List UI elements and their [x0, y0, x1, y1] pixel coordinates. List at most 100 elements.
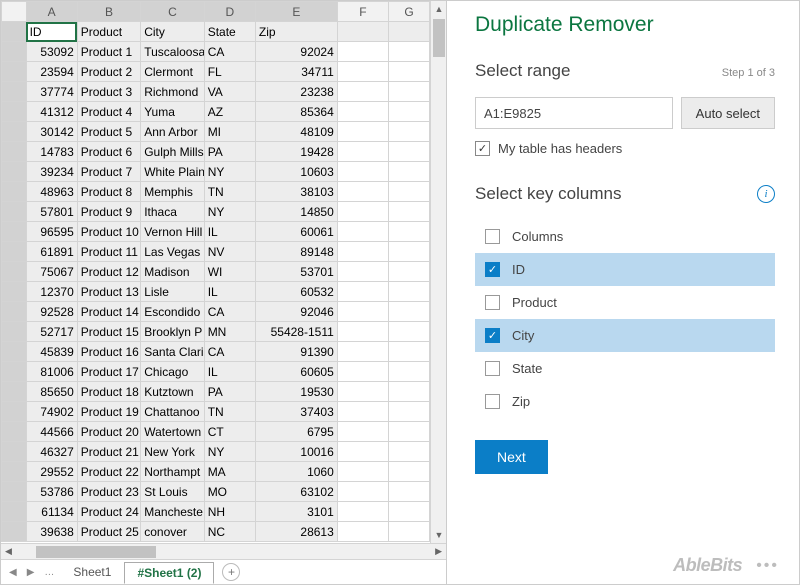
cell[interactable]: 3101 [255, 502, 337, 522]
column-header-b[interactable]: B [77, 2, 140, 22]
row-header[interactable] [2, 222, 27, 242]
cell[interactable]: Product 20 [77, 422, 140, 442]
more-options-icon[interactable]: ••• [756, 557, 779, 575]
cell[interactable]: 85364 [255, 102, 337, 122]
select-all-columns-item[interactable]: Columns [475, 220, 775, 253]
cell[interactable]: Memphis [141, 182, 204, 202]
row-header[interactable] [2, 62, 27, 82]
cell[interactable]: 48963 [26, 182, 77, 202]
cell-empty[interactable] [337, 62, 388, 82]
cell-empty[interactable] [388, 62, 429, 82]
cell[interactable]: 1060 [255, 462, 337, 482]
header-cell[interactable]: ID [26, 22, 77, 42]
cell[interactable]: CA [204, 342, 255, 362]
cell[interactable]: Las Vegas [141, 242, 204, 262]
table-row[interactable]: 44566Product 20WatertownCT6795 [2, 422, 430, 442]
row-header[interactable] [2, 142, 27, 162]
scroll-left-arrow-icon[interactable]: ◀ [1, 546, 16, 557]
horizontal-scrollbar[interactable]: ◀ ▶ [1, 543, 446, 559]
cell[interactable]: Product 21 [77, 442, 140, 462]
cell-empty[interactable] [337, 122, 388, 142]
cell[interactable]: 92046 [255, 302, 337, 322]
cell[interactable]: 55428-1511 [255, 322, 337, 342]
cell-empty[interactable] [337, 402, 388, 422]
table-row[interactable]: 14783Product 6Gulph MillsPA19428 [2, 142, 430, 162]
cell[interactable]: Product 17 [77, 362, 140, 382]
cell[interactable]: CA [204, 42, 255, 62]
cell[interactable]: St Louis [141, 482, 204, 502]
column-header-g[interactable]: G [388, 2, 429, 22]
cell[interactable]: Tuscaloosa [141, 42, 204, 62]
auto-select-button[interactable]: Auto select [681, 97, 775, 129]
row-header[interactable] [2, 242, 27, 262]
table-row[interactable]: 92528Product 14EscondidoCA92046 [2, 302, 430, 322]
row-header[interactable] [2, 122, 27, 142]
header-cell[interactable]: State [204, 22, 255, 42]
cell[interactable]: Product 12 [77, 262, 140, 282]
table-row[interactable]: IDProductCityStateZip [2, 22, 430, 42]
cell-empty[interactable] [388, 262, 429, 282]
key-column-item[interactable]: City [475, 319, 775, 352]
row-header[interactable] [2, 342, 27, 362]
cell[interactable]: New York [141, 442, 204, 462]
cell-empty[interactable] [337, 102, 388, 122]
cell[interactable]: Chicago [141, 362, 204, 382]
cell[interactable]: 85650 [26, 382, 77, 402]
cell[interactable]: Watertown [141, 422, 204, 442]
cell-empty[interactable] [337, 302, 388, 322]
cell[interactable]: Product 15 [77, 322, 140, 342]
cell-empty[interactable] [388, 122, 429, 142]
table-row[interactable]: 61134Product 24ManchesteNH3101 [2, 502, 430, 522]
cell[interactable]: 91390 [255, 342, 337, 362]
cell[interactable]: MA [204, 462, 255, 482]
table-row[interactable]: 39638Product 25conoverNC28613 [2, 522, 430, 542]
table-row[interactable]: 30142Product 5Ann ArborMI48109 [2, 122, 430, 142]
cell[interactable]: IL [204, 222, 255, 242]
scroll-right-arrow-icon[interactable]: ▶ [431, 546, 446, 557]
key-column-item[interactable]: Zip [475, 385, 775, 418]
cell[interactable]: 6795 [255, 422, 337, 442]
cell[interactable]: 96595 [26, 222, 77, 242]
table-row[interactable]: 75067Product 12MadisonWI53701 [2, 262, 430, 282]
table-row[interactable]: 53092Product 1TuscaloosaCA92024 [2, 42, 430, 62]
cell-empty[interactable] [337, 142, 388, 162]
cell-empty[interactable] [337, 282, 388, 302]
table-row[interactable]: 23594Product 2ClermontFL34711 [2, 62, 430, 82]
cell-empty[interactable] [337, 222, 388, 242]
cell[interactable]: 30142 [26, 122, 77, 142]
cell[interactable]: Product 7 [77, 162, 140, 182]
cell-empty[interactable] [388, 102, 429, 122]
cell[interactable]: Madison [141, 262, 204, 282]
cell[interactable]: 14783 [26, 142, 77, 162]
cell[interactable]: 61891 [26, 242, 77, 262]
cell[interactable]: 60605 [255, 362, 337, 382]
cell-empty[interactable] [337, 482, 388, 502]
cell-empty[interactable] [388, 142, 429, 162]
cell[interactable]: Ithaca [141, 202, 204, 222]
header-cell[interactable]: City [141, 22, 204, 42]
headers-checkbox[interactable] [475, 141, 490, 156]
cell[interactable]: 48109 [255, 122, 337, 142]
cell[interactable]: Escondido [141, 302, 204, 322]
cell[interactable]: NH [204, 502, 255, 522]
table-row[interactable]: 52717Product 15Brooklyn PMN55428-1511 [2, 322, 430, 342]
cell[interactable]: 45839 [26, 342, 77, 362]
cell-empty[interactable] [337, 202, 388, 222]
key-column-item[interactable]: ID [475, 253, 775, 286]
header-cell[interactable]: Zip [255, 22, 337, 42]
cell-empty[interactable] [337, 322, 388, 342]
table-row[interactable]: 57801Product 9IthacaNY14850 [2, 202, 430, 222]
row-header[interactable] [2, 262, 27, 282]
cell[interactable]: 12370 [26, 282, 77, 302]
row-header[interactable] [2, 502, 27, 522]
cell-empty[interactable] [388, 402, 429, 422]
row-header[interactable] [2, 82, 27, 102]
row-header[interactable] [2, 382, 27, 402]
cell[interactable]: NY [204, 162, 255, 182]
cell-empty[interactable] [388, 322, 429, 342]
cell[interactable]: conover [141, 522, 204, 542]
cell[interactable]: Product 22 [77, 462, 140, 482]
tab-nav-ellipsis[interactable]: … [40, 567, 58, 578]
table-row[interactable]: 29552Product 22NorthamptMA1060 [2, 462, 430, 482]
cell[interactable]: Product 4 [77, 102, 140, 122]
